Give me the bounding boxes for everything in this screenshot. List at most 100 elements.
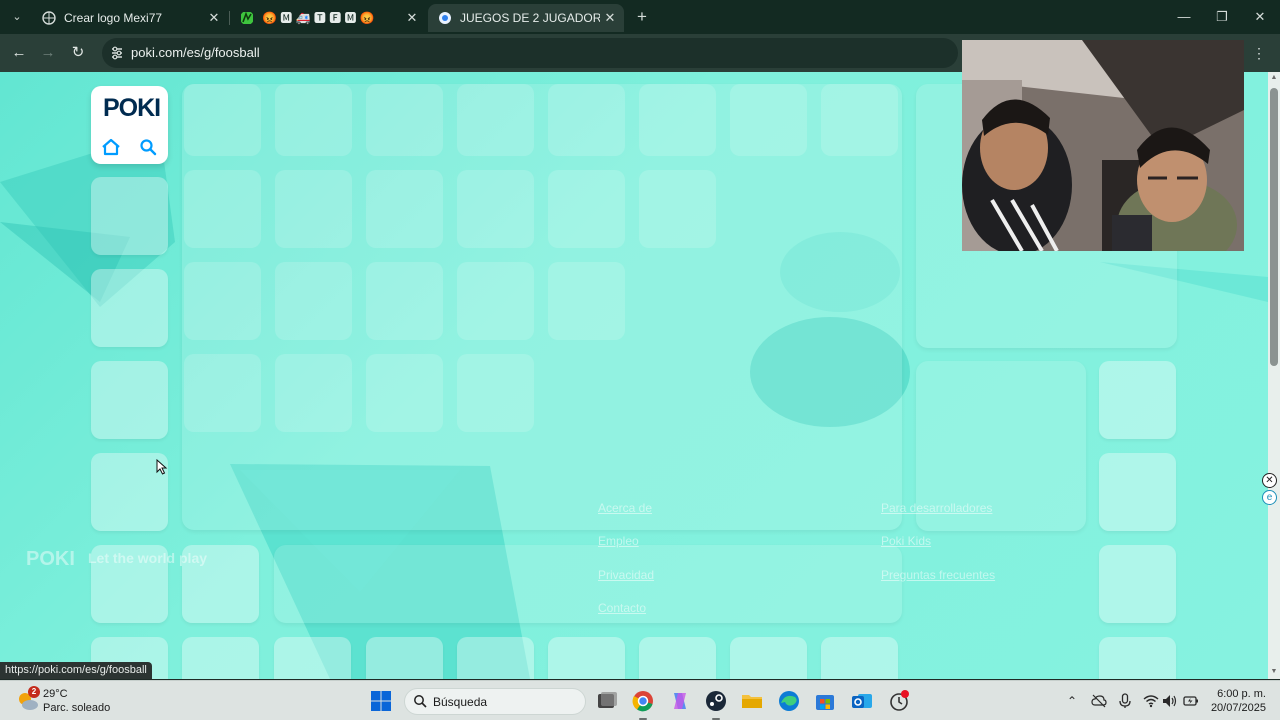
game-tile[interactable] [366,637,443,679]
game-tile [548,170,625,248]
game-tile[interactable] [1099,361,1176,439]
reload-icon: ↻ [71,44,85,61]
poki-logo: POKI [103,94,161,122]
more-vertical-icon: ⋮ [1252,45,1266,61]
forward-button[interactable]: → [37,42,59,64]
tab-juegos[interactable]: JUEGOS DE 2 JUGADORES 👀 - ✕ [428,4,624,32]
chevron-up-icon: ⌃ [1066,694,1078,708]
microphone-icon[interactable] [1117,693,1133,709]
game-tile [366,354,443,432]
show-hidden-icons-button[interactable]: ⌃ [1064,693,1080,709]
game-tile[interactable] [457,637,534,679]
footer-poki-logo[interactable]: POKI [26,548,75,571]
weather-description: Parc. soleado [43,702,111,714]
tab-crear-logo[interactable]: Crear logo Mexi77 ✕ [32,4,228,32]
game-tile [639,170,716,248]
footer-link-privacy[interactable]: Privacidad [598,568,654,582]
footer-links-panel [274,545,902,623]
game-tile[interactable] [1099,545,1176,623]
tab-emoji[interactable]: 😡 🅼 🚑 🆃 🅵 🅼 😡 ✕ [230,4,426,32]
green-logo-icon [241,11,253,24]
scroll-up-icon[interactable]: ▲ [1270,74,1278,82]
game-tile [275,84,352,156]
home-icon[interactable] [101,138,121,156]
close-tab-icon[interactable]: ✕ [206,4,222,32]
arrow-left-icon: ← [11,44,27,61]
close-tab-icon[interactable]: ✕ [404,4,420,32]
extension-e-icon[interactable]: e [1262,490,1277,505]
game-tile [184,354,261,432]
chevron-down-icon: ⌄ [12,11,22,23]
arrow-right-icon: → [40,44,56,61]
windows-start-icon[interactable] [369,689,393,713]
game-tile[interactable] [274,637,351,679]
game-tile [639,84,716,156]
footer-link-about[interactable]: Acerca de [598,501,652,515]
game-tile[interactable] [821,637,898,679]
task-view-icon[interactable] [595,689,619,713]
scroll-thumb[interactable] [1270,88,1278,366]
minimize-button[interactable]: — [1172,6,1196,28]
webcam-overlay [962,40,1244,251]
footer-link-developers[interactable]: Para desarrolladores [881,501,992,515]
taskbar-time[interactable]: 6:00 p. m. [1214,688,1266,700]
weather-temperature: 29°C [43,688,68,700]
footer-link-kids[interactable]: Poki Kids [881,534,931,548]
game-tile [275,262,352,340]
plus-icon: + [637,7,647,26]
edge-icon[interactable] [777,689,801,713]
outlook-icon[interactable] [850,689,874,713]
poki-logo-card[interactable]: POKI [91,86,168,164]
taskbar-search[interactable]: Búsqueda [404,688,586,715]
game-tile [457,354,534,432]
footer-link-faq[interactable]: Preguntas frecuentes [881,568,995,582]
game-tile[interactable] [91,361,168,439]
game-tile[interactable] [1099,453,1176,531]
close-window-button[interactable]: ✕ [1248,6,1272,28]
game-tile [457,262,534,340]
footer-link-jobs[interactable]: Empleo [598,534,639,548]
game-tile[interactable] [548,637,625,679]
search-icon[interactable] [139,138,157,156]
chrome-icon[interactable] [631,689,655,713]
reload-button[interactable]: ↻ [67,42,89,64]
back-button[interactable]: ← [8,42,30,64]
new-tab-button[interactable]: + [632,7,652,27]
notification-badge: 2 [28,686,40,698]
game-tile [821,84,898,156]
site-settings-icon [112,46,122,60]
game-tile [275,354,352,432]
copilot-icon[interactable] [668,689,692,713]
minimize-icon: — [1177,9,1191,24]
game-tile[interactable] [91,177,168,255]
tab-search-button[interactable]: ⌄ [6,7,28,27]
web-icon [42,11,56,25]
close-tab-icon[interactable]: ✕ [602,4,618,32]
volume-icon[interactable] [1161,693,1177,709]
close-circle-icon[interactable]: ✕ [1262,473,1277,488]
tab-title: 😡 🅼 🚑 🆃 🅵 🅼 😡 [262,11,375,25]
game-tile [184,84,261,156]
game-tile [366,170,443,248]
game-tile[interactable] [1099,637,1176,679]
game-tile[interactable] [639,637,716,679]
search-icon [414,695,427,708]
steam-icon[interactable] [704,689,728,713]
browser-menu-button[interactable]: ⋮ [1252,42,1266,64]
app-with-notification-icon[interactable] [887,689,911,713]
game-tile[interactable] [91,269,168,347]
wifi-icon[interactable] [1143,693,1159,709]
scroll-down-icon[interactable]: ▼ [1270,668,1278,676]
taskbar-date[interactable]: 20/07/2025 [1200,702,1266,714]
restore-button[interactable]: ❐ [1210,6,1234,28]
battery-charging-icon[interactable] [1183,693,1199,709]
game-tile[interactable] [182,637,259,679]
game-tile [184,170,261,248]
microsoft-store-icon[interactable] [813,689,837,713]
file-explorer-icon[interactable] [740,689,764,713]
address-bar[interactable]: poki.com/es/g/foosball [102,38,958,68]
cloud-offline-icon[interactable] [1091,693,1107,709]
game-tile [184,262,261,340]
game-tile[interactable] [730,637,807,679]
footer-link-contact[interactable]: Contacto [598,601,646,615]
